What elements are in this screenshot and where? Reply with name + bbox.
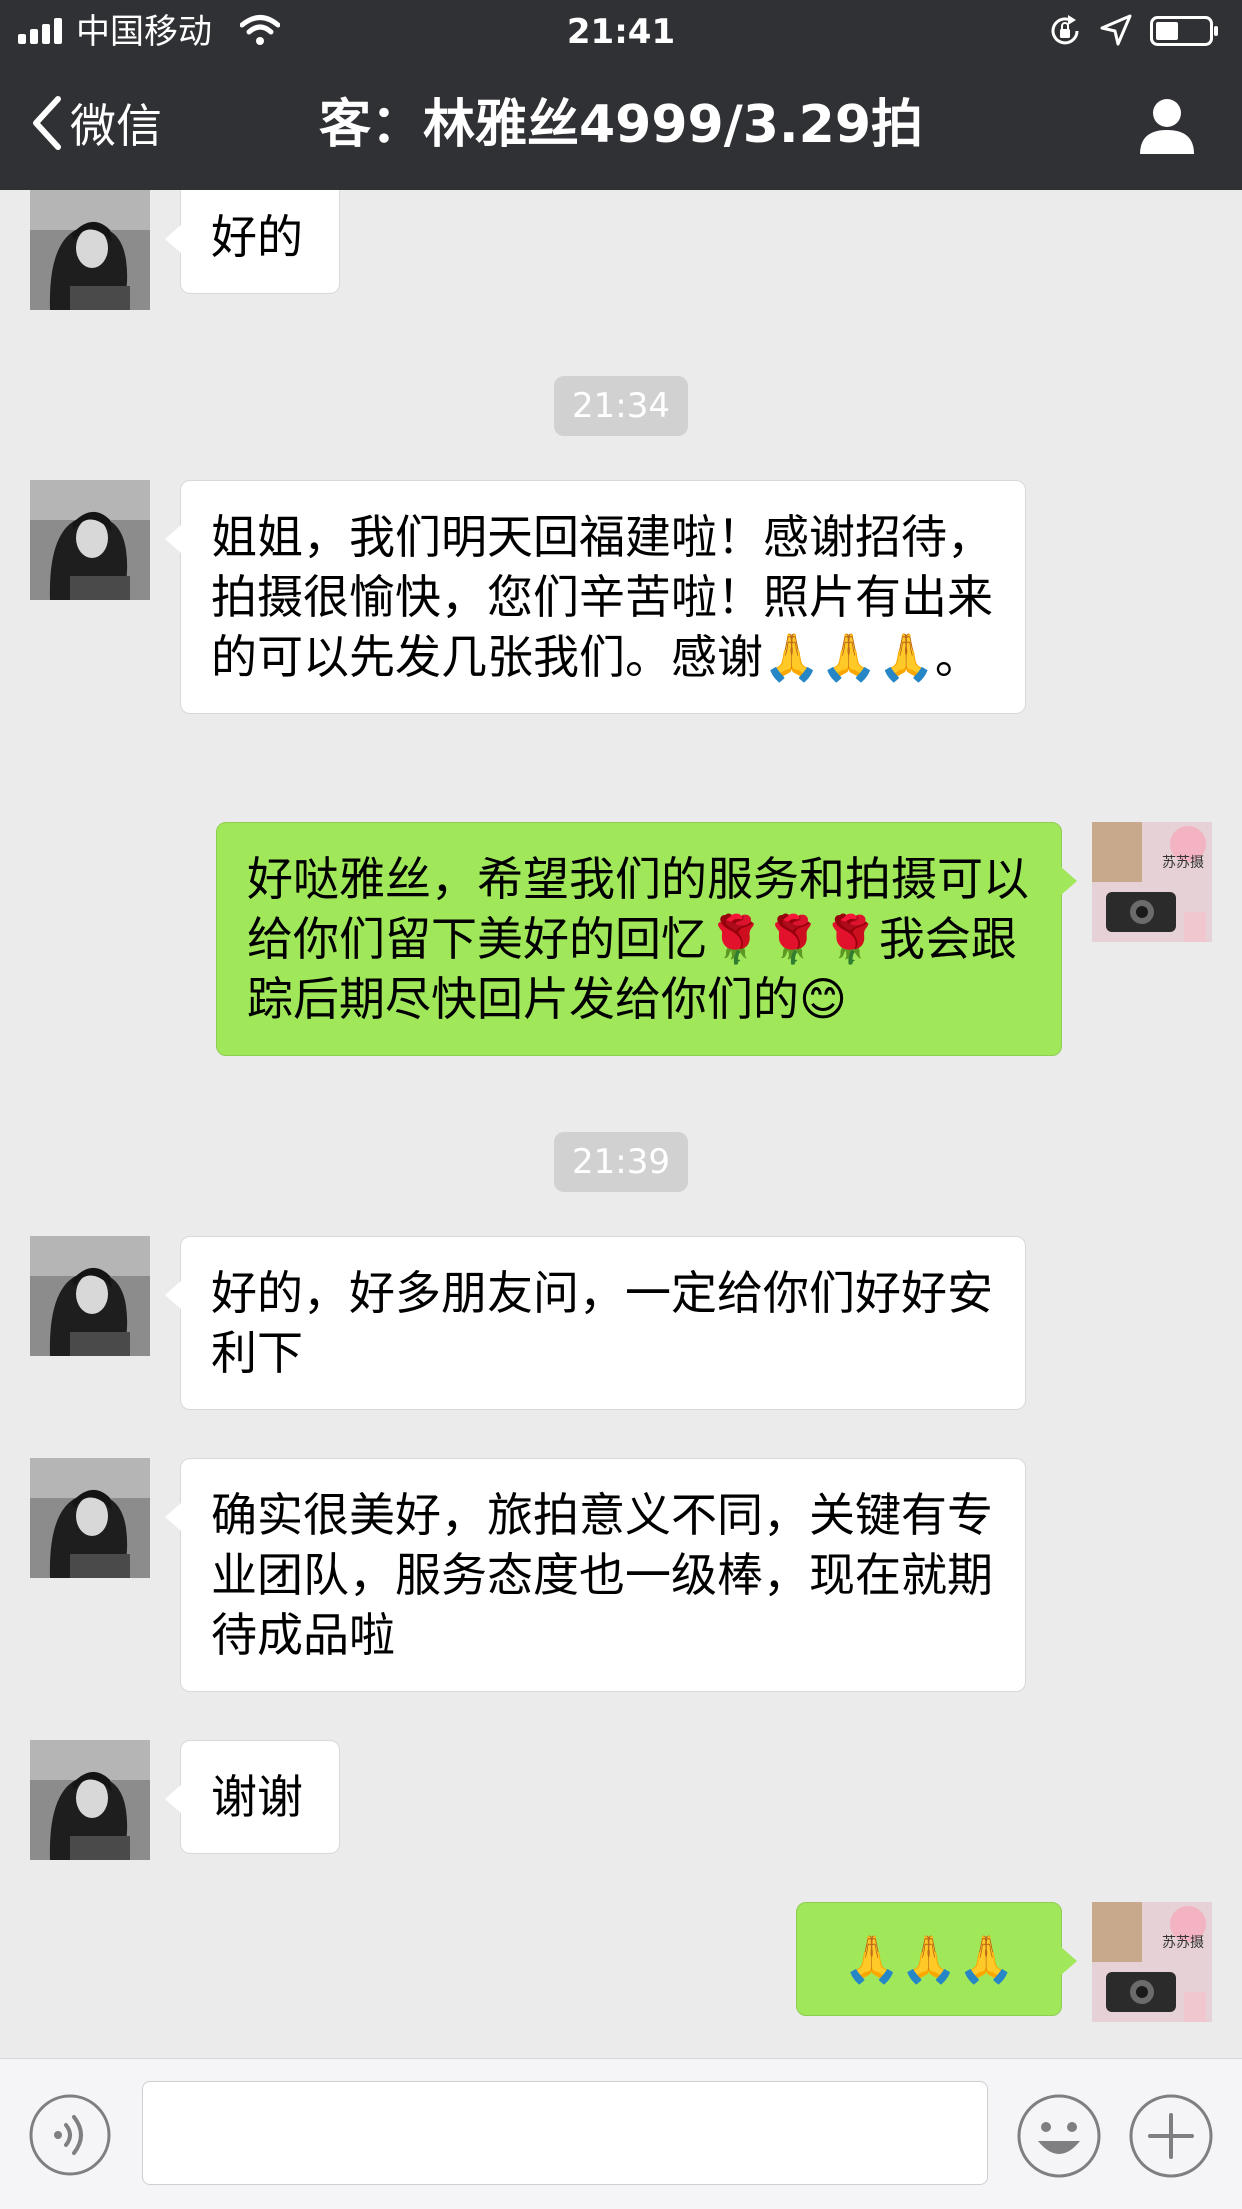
message-bubble-outgoing[interactable]: 好哒雅丝，希望我们的服务和拍摄可以给你们留下美好的回忆🌹🌹🌹我会跟踪后期尽快回片… [216,822,1077,1056]
contact-avatar[interactable] [30,1236,150,1356]
contact-avatar[interactable] [30,190,150,310]
message-bubble-outgoing[interactable]: 🙏🙏🙏 [796,1902,1077,2016]
my-avatar[interactable]: 苏苏摄 [1092,1902,1212,2022]
timestamp: 21:34 [0,376,1242,436]
contact-avatar[interactable] [30,1740,150,1860]
chat-area[interactable]: 好的 21:34 姐姐，我们明天回福建啦！感谢招待，拍摄很愉快，您们辛苦啦！照片… [0,190,1242,2058]
message-bubble-incoming[interactable]: 谢谢 [165,1740,340,1854]
back-label: 微信 [70,99,162,153]
my-avatar[interactable]: 苏苏摄 [1092,822,1212,942]
location-arrow-icon [1100,14,1132,46]
input-bar [0,2058,1242,2209]
timestamp-label: 21:34 [554,376,688,436]
battery-icon [1150,16,1218,46]
voice-icon[interactable] [28,2093,112,2177]
chevron-left-icon [33,96,61,150]
rotation-lock-icon [1051,15,1079,45]
message-bubble-incoming[interactable]: 确实很美好，旅拍意义不同，关键有专业团队，服务态度也一级棒，现在就期待成品啦 [165,1458,1026,1692]
message-bubble-incoming[interactable]: 好的 [165,190,340,294]
back-button[interactable]: 微信 [28,88,162,158]
plus-icon[interactable] [1128,2093,1214,2179]
timestamp: 21:39 [0,1132,1242,1192]
message-bubble-incoming[interactable]: 姐姐，我们明天回福建啦！感谢招待，拍摄很愉快，您们辛苦啦！照片有出来的可以先发几… [165,480,1026,714]
message-bubble-incoming[interactable]: 好的，好多朋友问，一定给你们好好安利下 [165,1236,1026,1410]
chat-title: 客：林雅丝4999/3.29拍 [318,95,924,155]
timestamp-label: 21:39 [554,1132,688,1192]
my-avatar-watermark: 苏苏摄 [1162,1935,1204,1951]
person-icon[interactable] [1136,94,1198,156]
header: 中国移动 21:41 微信 客：林雅丝4999/3.29拍 [0,0,1242,190]
contact-avatar[interactable] [30,480,150,600]
status-bar: 中国移动 21:41 [0,0,1242,60]
my-avatar-watermark: 苏苏摄 [1162,855,1204,871]
nav-bar: 微信 客：林雅丝4999/3.29拍 [0,60,1242,190]
message-input[interactable] [142,2081,988,2185]
emoji-icon[interactable] [1016,2093,1102,2179]
contact-avatar[interactable] [30,1458,150,1578]
